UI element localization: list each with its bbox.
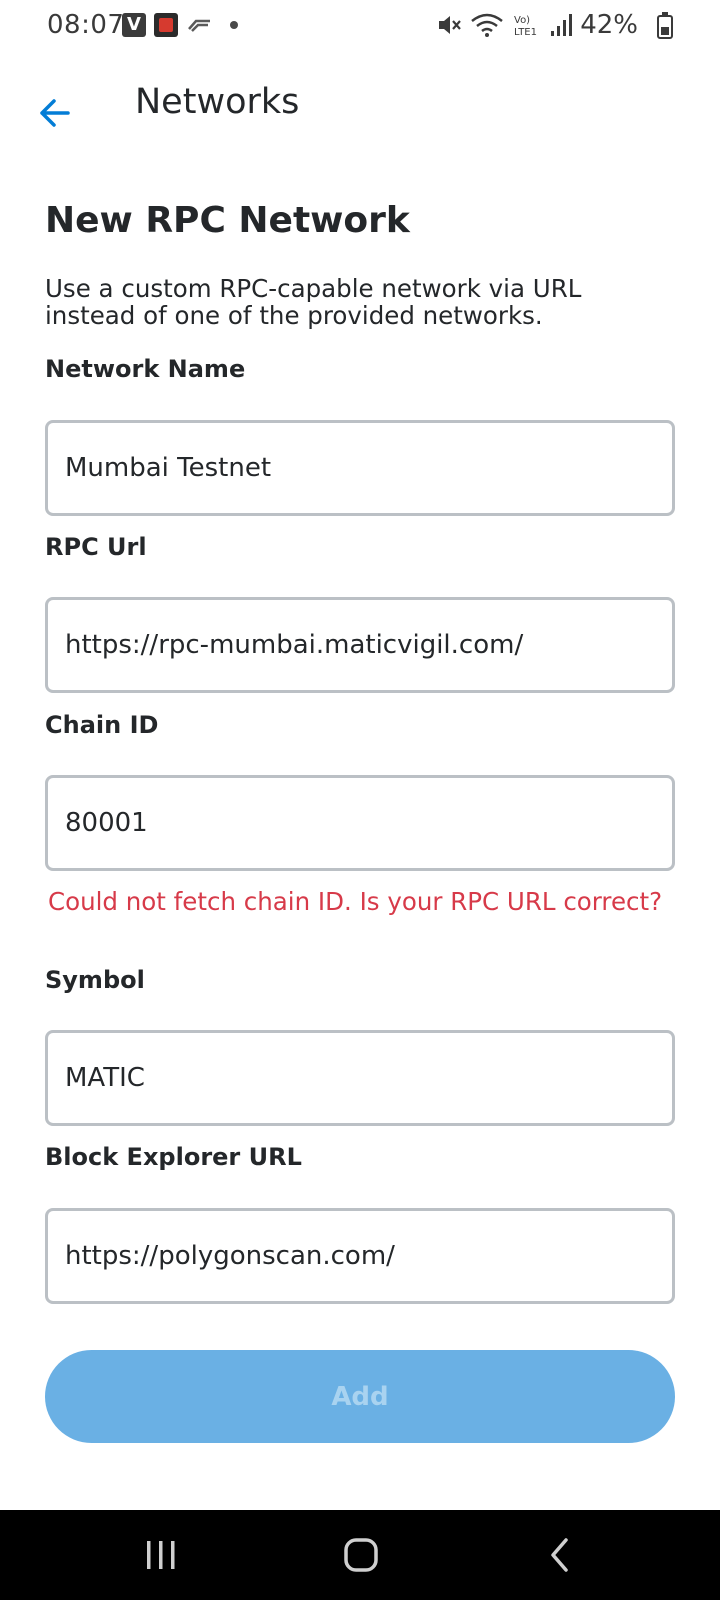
chain-id-label: Chain ID (45, 711, 159, 739)
chain-id-input[interactable] (45, 775, 675, 871)
battery-icon (657, 12, 673, 39)
network-name-input[interactable] (45, 420, 675, 516)
header-title: Networks (135, 82, 300, 122)
symbol-input[interactable] (45, 1030, 675, 1126)
recent-apps-button[interactable] (131, 1532, 191, 1578)
arrow-left-icon (40, 99, 70, 127)
status-bar: 08:07 V Vo) LTE1 42% (0, 0, 720, 52)
more-notifications-dot (230, 21, 238, 29)
block-explorer-url-label: Block Explorer URL (45, 1143, 302, 1171)
chain-id-error: Could not fetch chain ID. Is your RPC UR… (48, 887, 663, 916)
notification-icons: V (122, 13, 238, 37)
home-icon (344, 1538, 378, 1572)
network-label: LTE1 (514, 27, 537, 38)
system-nav-bar (0, 1510, 720, 1600)
back-button[interactable] (30, 88, 80, 138)
rpc-url-label: RPC Url (45, 533, 147, 561)
wifi-icon (471, 13, 503, 37)
app-notification-icon (154, 13, 178, 37)
v-app-icon: V (122, 13, 146, 37)
status-time: 08:07 (47, 10, 125, 40)
volte-icon: Vo) LTE1 (514, 15, 537, 38)
app-header: Networks (0, 70, 720, 150)
rpc-url-input[interactable] (45, 597, 675, 693)
page-title: New RPC Network (45, 200, 410, 241)
battery-percent: 42% (580, 10, 638, 40)
status-right: Vo) LTE1 42% (436, 10, 664, 40)
signal-icon (551, 14, 573, 36)
system-back-button[interactable] (531, 1532, 591, 1578)
network-name-label: Network Name (45, 355, 246, 383)
f1-icon (188, 19, 210, 32)
recent-apps-icon (147, 1541, 175, 1569)
svg-text:Vo): Vo) (514, 15, 530, 26)
page-description: Use a custom RPC-capable network via URL… (45, 274, 582, 330)
add-button[interactable]: Add (45, 1350, 675, 1443)
home-button[interactable] (331, 1532, 391, 1578)
mute-icon (439, 16, 462, 34)
symbol-label: Symbol (45, 966, 145, 994)
chevron-left-icon (551, 1538, 568, 1572)
block-explorer-url-input[interactable] (45, 1208, 675, 1304)
screen: 08:07 V Vo) LTE1 42% Networks New RPC Ne… (0, 0, 720, 1600)
